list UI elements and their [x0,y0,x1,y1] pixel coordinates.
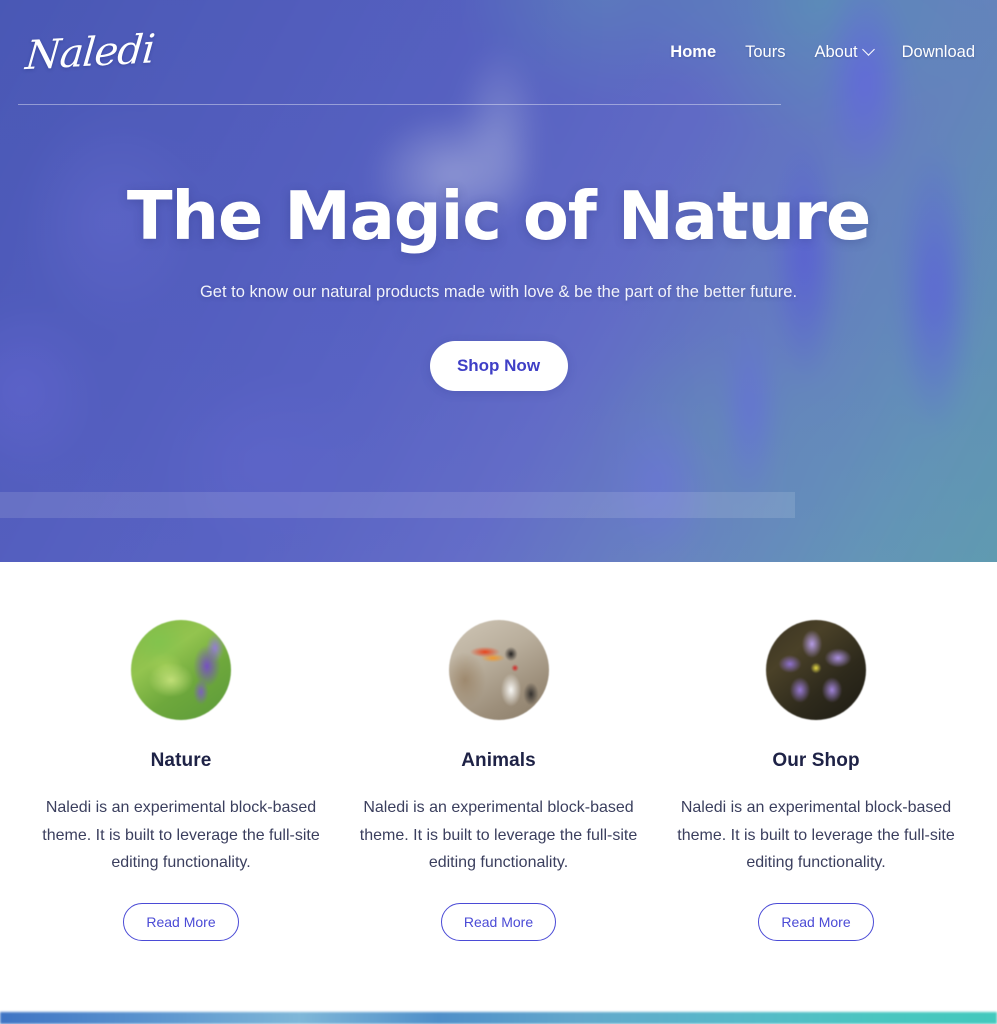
nav-item-label: Home [670,43,717,61]
shop-now-button[interactable]: Shop Now [429,341,568,391]
feature-card-our-shop: Our Shop Naledi is an experimental block… [671,620,961,941]
feature-card-animals: Animals Naledi is an experimental block-… [354,620,644,941]
feature-image-nature [131,620,231,720]
hero-title: The Magic of Nature [126,177,871,255]
feature-image-our-shop [766,620,866,720]
read-more-button[interactable]: Read More [440,902,557,941]
nav-item-label: About [814,43,858,61]
read-more-button[interactable]: Read More [123,902,239,941]
feature-card-nature: Nature Naledi is an experimental block-b… [36,620,326,941]
feature-title: Animals [461,750,536,771]
feature-title: Nature [150,750,212,771]
nav-item-label: Download [901,43,975,61]
nav-item-home[interactable]: Home [670,43,716,62]
feature-description: Naledi is an experimental block-based th… [42,799,320,872]
feature-image-animals [448,620,549,720]
feature-title: Our Shop [772,750,860,771]
hero-section: Naledi Home Tours About Download The Mag… [0,0,997,562]
nav-item-tours[interactable]: Tours [745,43,785,62]
feature-description: Naledi is an experimental block-based th… [677,799,955,872]
nav-item-about[interactable]: About [814,43,875,62]
feature-description: Naledi is an experimental block-based th… [359,799,638,872]
read-more-button[interactable]: Read More [758,902,874,941]
page-root: Naledi Home Tours About Download The Mag… [0,0,997,1024]
header-divider [18,104,781,105]
nav-item-label: Tours [745,43,786,61]
site-logo[interactable]: Naledi [16,26,157,79]
hero-subtitle: Get to know our natural products made wi… [199,283,798,301]
nav-item-download[interactable]: Download [902,43,975,62]
feature-card-list: Nature Naledi is an experimental block-b… [36,620,961,941]
site-header: Naledi Home Tours About Download [0,0,997,105]
next-section-gradient-strip [0,1012,997,1024]
features-section: Nature Naledi is an experimental block-b… [0,562,997,1012]
chevron-down-icon [861,43,875,56]
primary-navigation: Home Tours About Download [670,43,979,62]
